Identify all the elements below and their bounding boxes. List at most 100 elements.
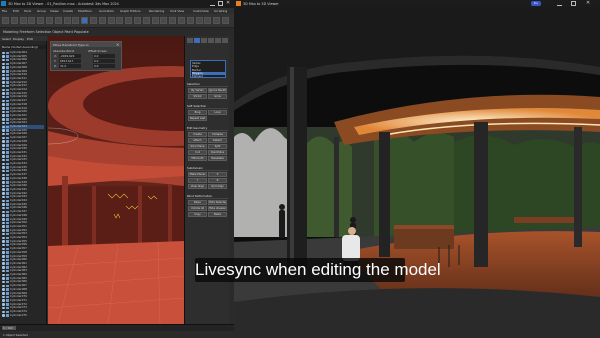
toolbar-tool-icon[interactable] (19, 17, 27, 24)
visibility-eye-icon[interactable] (2, 218, 5, 221)
visibility-eye-icon[interactable] (2, 273, 5, 276)
scene-explorer-item[interactable]: Cylinder075 (2, 313, 44, 318)
toolbar-tool-icon[interactable] (54, 17, 62, 24)
tab-display[interactable]: Display (13, 37, 24, 41)
visibility-eye-icon[interactable] (2, 258, 5, 262)
visibility-eye-icon[interactable] (2, 70, 5, 73)
visibility-eye-icon[interactable] (2, 284, 5, 288)
visibility-eye-icon[interactable] (2, 225, 5, 228)
visibility-eye-icon[interactable] (2, 132, 5, 136)
visibility-eye-icon[interactable] (2, 95, 5, 99)
command-panel-button[interactable]: Detach (208, 138, 227, 143)
dialog-titlebar[interactable]: Move Transform Type-In × (51, 42, 121, 47)
toolbar-tool-icon[interactable] (116, 17, 124, 24)
visibility-eye-icon[interactable] (2, 114, 5, 117)
hierarchy-tab-icon[interactable] (201, 38, 207, 43)
visibility-eye-icon[interactable] (2, 232, 5, 236)
command-panel-button[interactable]: Relax (188, 200, 207, 205)
visibility-eye-icon[interactable] (2, 192, 5, 195)
toolbar-tool-icon[interactable] (81, 17, 89, 24)
visibility-eye-icon[interactable] (2, 158, 5, 162)
rollout-header[interactable]: Selection (187, 82, 228, 87)
visibility-eye-icon[interactable] (2, 129, 5, 132)
z-absolute-field[interactable]: 31.0 (59, 63, 81, 68)
command-panel-button[interactable]: Make Planar (188, 172, 207, 177)
visibility-eye-icon[interactable] (2, 303, 5, 306)
x-offset-field[interactable]: 0.0 (93, 53, 115, 58)
toolbar-tool-icon[interactable] (186, 17, 194, 24)
menu-item[interactable]: Create (63, 9, 73, 13)
menu-item[interactable]: Modifiers (78, 9, 92, 13)
toolbar-tool-icon[interactable] (28, 17, 36, 24)
toolbar-tool-icon[interactable] (98, 17, 106, 24)
menu-item[interactable]: Tools (24, 9, 31, 13)
display-tab-icon[interactable] (215, 38, 221, 43)
visibility-eye-icon[interactable] (2, 236, 5, 239)
visibility-eye-icon[interactable] (2, 88, 5, 91)
viewer-close-icon[interactable]: ✕ (586, 1, 591, 6)
visibility-eye-icon[interactable] (2, 125, 5, 128)
perspective-viewport[interactable] (48, 36, 184, 324)
visibility-eye-icon[interactable] (2, 58, 5, 62)
visibility-eye-icon[interactable] (2, 77, 5, 80)
toolbar-tool-icon[interactable] (2, 17, 9, 24)
move-transform-dialog[interactable]: Move Transform Type-In × Absolute:World … (50, 41, 122, 71)
viewer-minimize-icon[interactable] (557, 1, 562, 6)
visibility-eye-icon[interactable] (2, 177, 5, 180)
ribbon-tabs[interactable]: Modeling Freeform Selection Object Paint… (3, 30, 233, 34)
visibility-eye-icon[interactable] (2, 99, 5, 103)
visibility-eye-icon[interactable] (2, 203, 5, 206)
visibility-eye-icon[interactable] (2, 214, 5, 217)
utilities-tab-icon[interactable] (222, 38, 228, 43)
visibility-eye-icon[interactable] (2, 118, 5, 121)
command-panel-button[interactable]: Ring (188, 110, 207, 115)
subobject-list[interactable]: Vertex Edge Border Polygon Element (190, 60, 226, 78)
rollout-header[interactable]: Subdivision (187, 166, 228, 171)
visibility-eye-icon[interactable] (2, 288, 5, 291)
command-panel-button[interactable]: Paste (208, 212, 227, 217)
z-offset-field[interactable]: 0.0 (93, 63, 115, 68)
maximize-icon[interactable] (218, 1, 223, 6)
command-panel-button[interactable]: Hide Selected (208, 200, 227, 205)
menu-item[interactable]: Civil View (170, 9, 184, 13)
create-tab-icon[interactable] (187, 38, 193, 43)
visibility-eye-icon[interactable] (2, 255, 5, 258)
toolbar-tool-icon[interactable] (195, 17, 203, 24)
visibility-eye-icon[interactable] (2, 262, 5, 265)
toolbar-tool-icon[interactable] (160, 17, 168, 24)
command-panel-button[interactable]: View Align (188, 184, 207, 189)
visibility-eye-icon[interactable] (2, 184, 5, 188)
visibility-eye-icon[interactable] (2, 251, 5, 254)
viewer-3d-scene[interactable] (234, 7, 600, 338)
toolbar-tool-icon[interactable] (125, 17, 133, 24)
toolbar-tool-icon[interactable] (222, 17, 229, 24)
visibility-eye-icon[interactable] (2, 310, 5, 313)
visibility-eye-icon[interactable] (2, 314, 5, 317)
visibility-eye-icon[interactable] (2, 162, 5, 165)
visibility-eye-icon[interactable] (2, 92, 5, 95)
visibility-eye-icon[interactable] (2, 306, 5, 310)
command-panel-button[interactable]: MSmooth (188, 156, 207, 161)
minimize-icon[interactable] (210, 1, 215, 6)
dialog-close-icon[interactable]: × (116, 42, 119, 47)
menu-item[interactable]: Graph Editors (120, 9, 141, 13)
command-panel-button[interactable]: X (208, 172, 227, 177)
menu-item[interactable]: Group (37, 9, 46, 13)
menu-item[interactable]: File (2, 9, 7, 13)
visibility-eye-icon[interactable] (2, 121, 5, 125)
visibility-eye-icon[interactable] (2, 140, 5, 143)
command-panel-button[interactable]: Tessellate (208, 156, 227, 161)
visibility-eye-icon[interactable] (2, 221, 5, 225)
visibility-eye-icon[interactable] (2, 188, 5, 191)
timeline[interactable]: 0 / 100 (0, 324, 234, 331)
visibility-eye-icon[interactable] (2, 73, 5, 77)
toolbar-tool-icon[interactable] (151, 17, 159, 24)
scene-explorer-header[interactable]: Name (Sorted Ascending) (2, 45, 46, 49)
visibility-eye-icon[interactable] (2, 107, 5, 110)
command-panel-button[interactable]: Loop (208, 110, 227, 115)
command-panel-button[interactable]: Create (188, 132, 207, 137)
visibility-eye-icon[interactable] (2, 277, 5, 280)
y-offset-field[interactable]: 0.0 (93, 58, 115, 63)
command-panel-button[interactable]: Ignore Backfacing (208, 88, 227, 93)
visibility-eye-icon[interactable] (2, 295, 5, 299)
